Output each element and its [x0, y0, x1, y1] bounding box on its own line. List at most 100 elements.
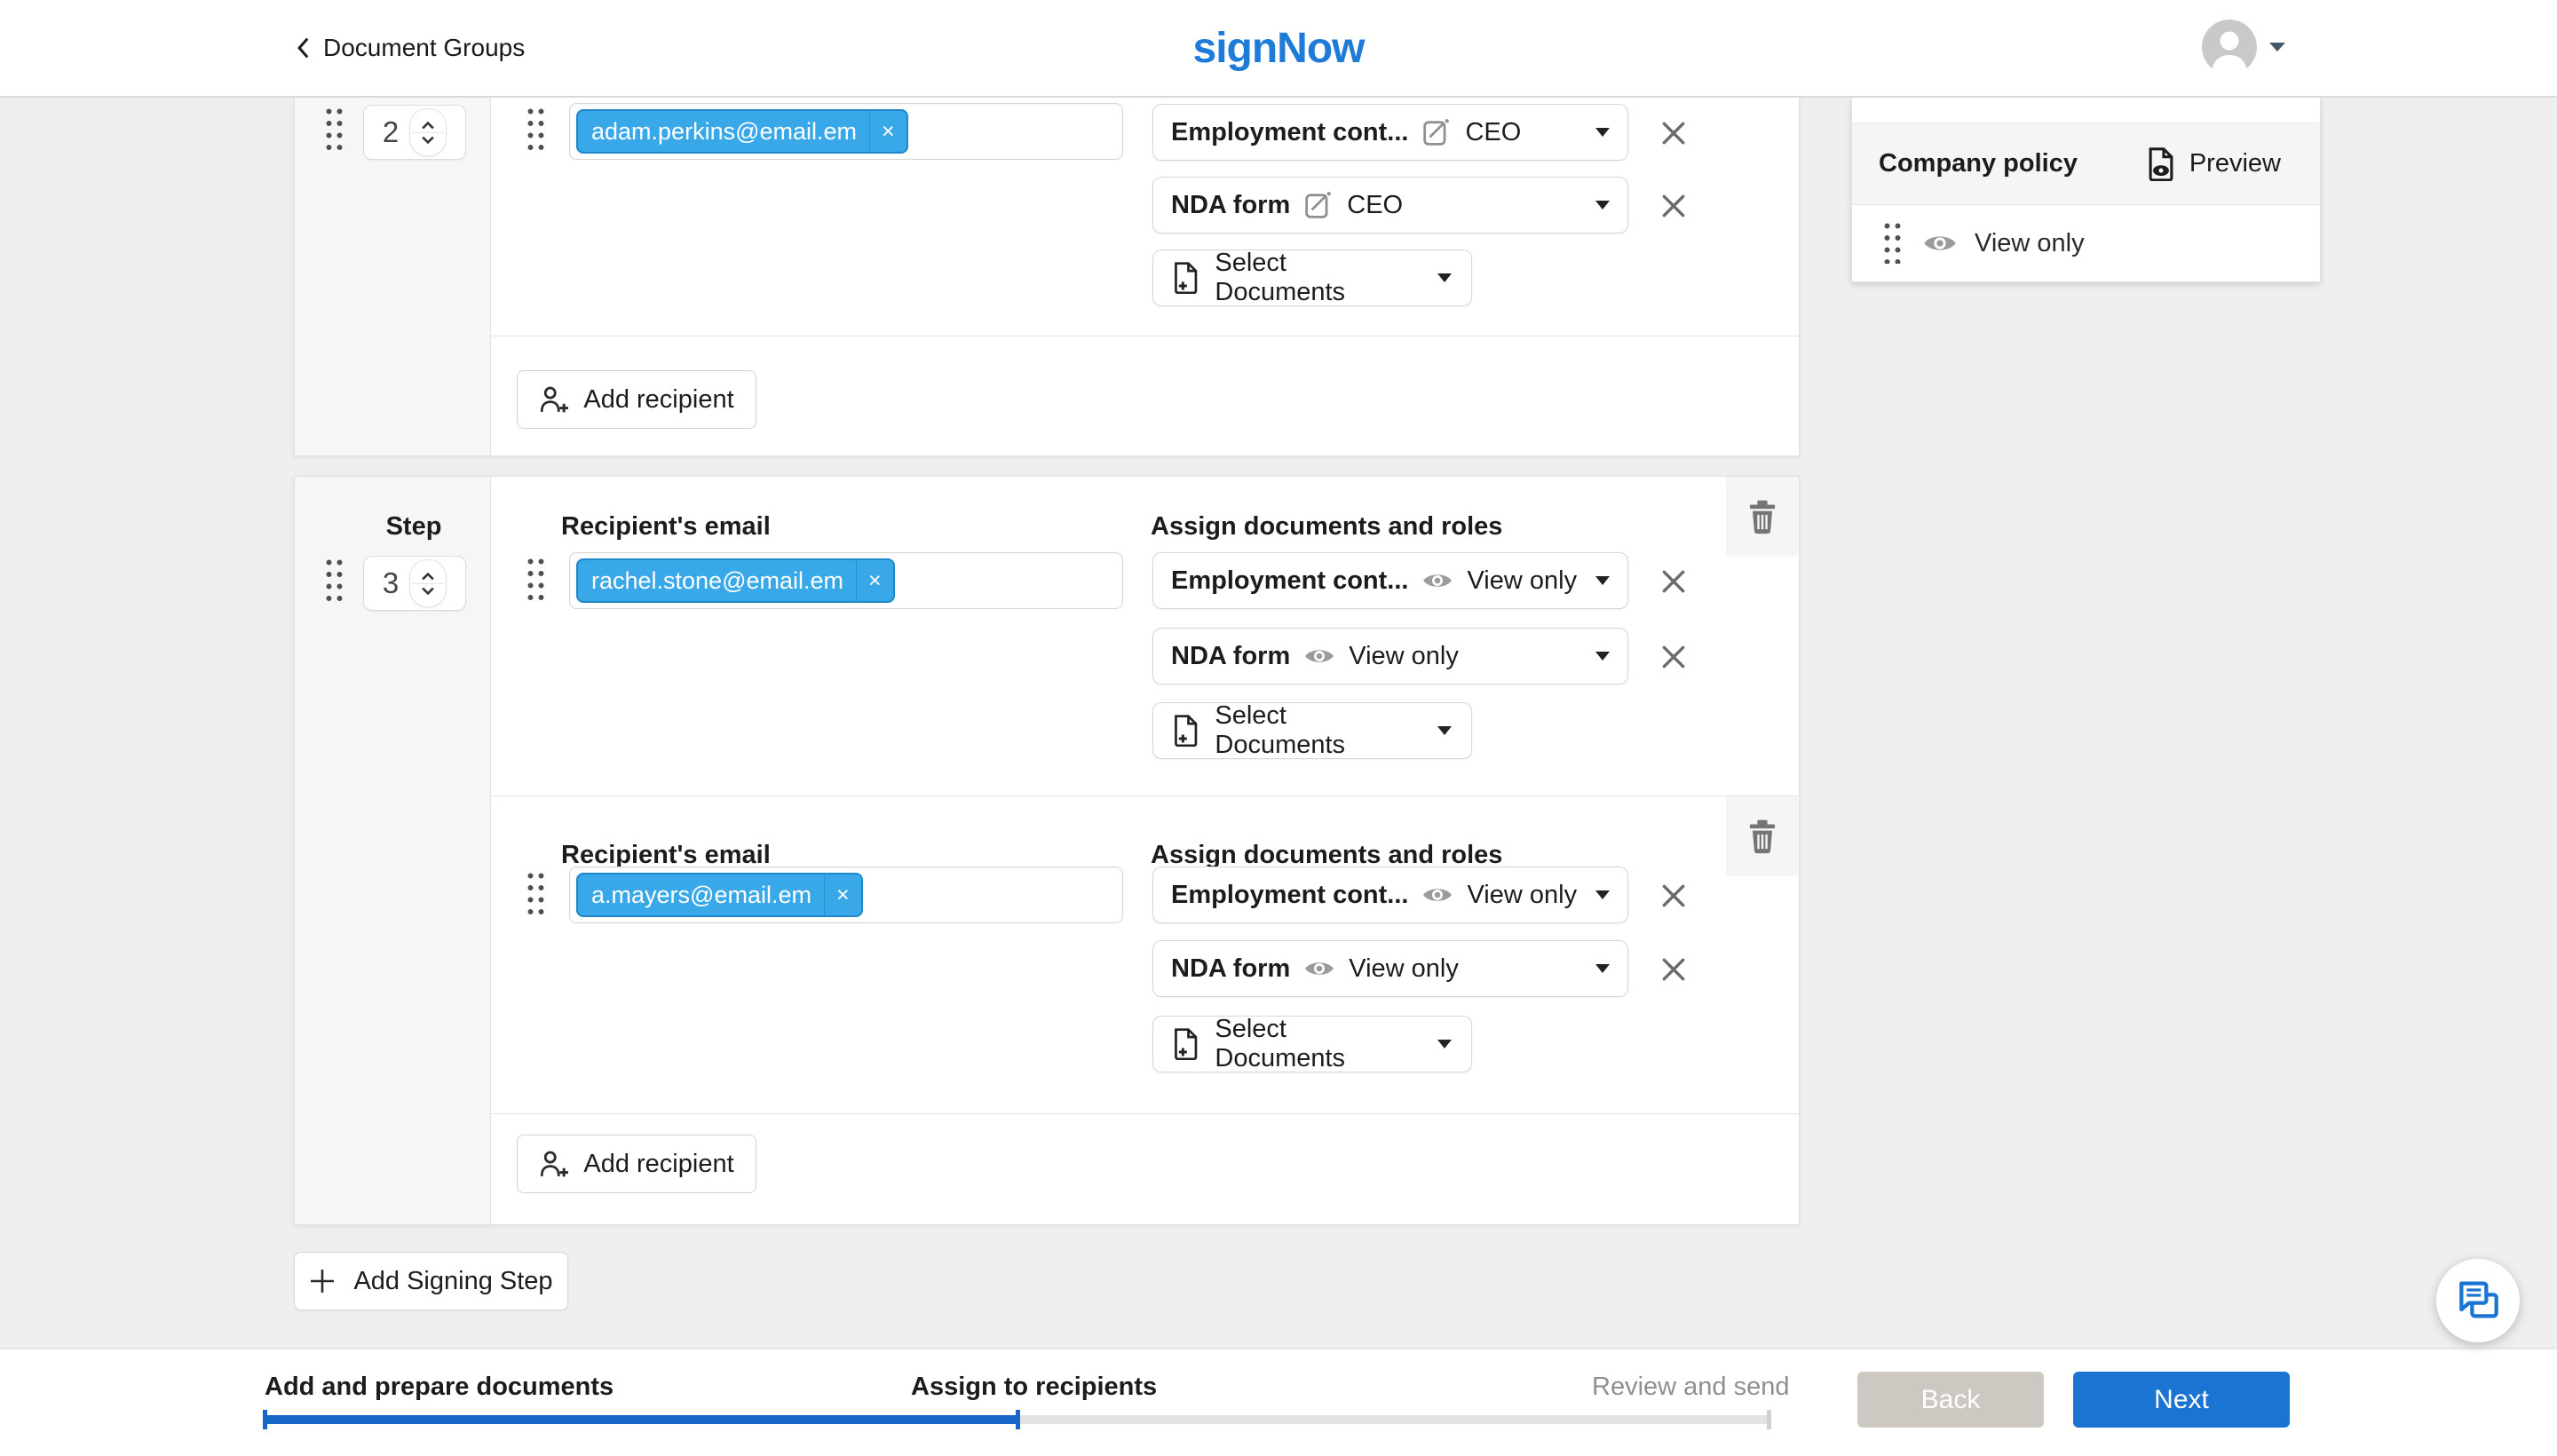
divider [412, 583, 444, 584]
email-tag-text: rachel.stone@email.em [578, 567, 856, 595]
help-chat-button[interactable] [2436, 1259, 2520, 1342]
document-role: View only [1349, 954, 1459, 984]
remove-document-button[interactable] [1658, 566, 1689, 597]
document-name: Employment cont... [1171, 566, 1408, 596]
document-role: View only [1467, 566, 1577, 596]
avatar [2202, 20, 2257, 75]
step-2-number: 2 [383, 115, 399, 149]
add-recipient-label: Add recipient [583, 1150, 733, 1179]
recipient-email-input[interactable]: adam.perkins@email.em × [569, 103, 1123, 160]
step-2-number-column: 2 [295, 98, 491, 455]
progress-step-2-label: Assign to recipients [911, 1373, 1157, 1402]
progress-tick [1016, 1410, 1020, 1429]
chevron-down-icon [1595, 890, 1610, 899]
close-icon [1659, 119, 1688, 147]
select-documents-label: Select Documents [1215, 1015, 1420, 1073]
select-documents-dropdown[interactable]: Select Documents [1152, 249, 1472, 306]
stepper-arrows[interactable] [409, 559, 447, 607]
chat-icon [2457, 1280, 2499, 1321]
divider [490, 795, 1799, 796]
chevron-down-icon [1437, 273, 1452, 282]
eye-icon [1422, 571, 1453, 590]
document-role: CEO [1347, 191, 1403, 220]
chevron-down-icon [1595, 964, 1610, 973]
chevron-down-icon [1595, 128, 1610, 137]
add-recipient-button[interactable]: Add recipient [517, 370, 756, 429]
add-recipient-label: Add recipient [583, 385, 733, 415]
panel-permission-row[interactable]: View only [1852, 205, 2320, 281]
eye-icon [1923, 233, 1957, 254]
document-role-dropdown[interactable]: Employment cont... View only [1152, 866, 1628, 923]
plus-icon [309, 1268, 336, 1294]
progress-step-3-label: Review and send [1592, 1373, 1789, 1402]
app-root: Document Groups signNow 2 [0, 0, 2557, 1456]
document-role: View only [1349, 642, 1459, 671]
panel-header: Company policy Preview [1852, 123, 2320, 205]
add-signing-step-label: Add Signing Step [353, 1267, 552, 1296]
document-group-panel: Company policy Preview View only [1851, 98, 2321, 282]
drag-handle-icon[interactable] [527, 108, 549, 154]
select-documents-label: Select Documents [1215, 701, 1420, 760]
drag-handle-icon[interactable] [527, 558, 549, 605]
delete-recipient-button[interactable] [1726, 477, 1798, 557]
person-add-icon [539, 385, 569, 414]
trash-icon [1747, 819, 1777, 854]
email-tag-text: adam.perkins@email.em [578, 118, 869, 146]
edit-icon [1304, 191, 1333, 219]
progress-bar-fill [265, 1415, 1019, 1424]
close-icon [1659, 567, 1688, 596]
chevron-up-icon [422, 122, 434, 130]
back-to-document-groups-link[interactable]: Document Groups [296, 0, 525, 96]
remove-tag-icon[interactable]: × [856, 560, 893, 601]
chevron-left-icon [296, 36, 310, 59]
recipient-email-input[interactable]: rachel.stone@email.em × [569, 552, 1123, 609]
delete-recipient-button[interactable] [1726, 796, 1798, 876]
add-signing-step-button[interactable]: Add Signing Step [294, 1252, 568, 1310]
stepper-arrows[interactable] [409, 108, 447, 156]
back-button[interactable]: Back [1857, 1372, 2044, 1428]
document-role-dropdown[interactable]: Employment cont... CEO [1152, 104, 1628, 161]
signing-step-2-card: 2 adam.perkins@email.em × Employment con… [294, 98, 1800, 456]
next-button[interactable]: Next [2073, 1372, 2290, 1428]
add-recipient-button[interactable]: Add recipient [517, 1135, 756, 1193]
step-2-order-stepper[interactable]: 2 [363, 105, 466, 160]
email-tag: adam.perkins@email.em × [576, 109, 908, 154]
select-documents-dropdown[interactable]: Select Documents [1152, 702, 1472, 759]
document-role-dropdown[interactable]: NDA form View only [1152, 940, 1628, 997]
divider [412, 132, 444, 133]
progress-tick [263, 1410, 267, 1429]
email-tag: rachel.stone@email.em × [576, 558, 895, 603]
document-role-dropdown[interactable]: Employment cont... View only [1152, 552, 1628, 609]
preview-button[interactable]: Preview [2147, 147, 2281, 181]
remove-tag-icon[interactable]: × [869, 111, 906, 152]
remove-document-button[interactable] [1658, 954, 1689, 985]
remove-document-button[interactable] [1658, 881, 1689, 911]
select-documents-dropdown[interactable]: Select Documents [1152, 1016, 1472, 1072]
chevron-down-icon [2269, 43, 2285, 51]
signing-step-3-card: Step 3 Recipient's email Assign document… [294, 476, 1800, 1225]
chevron-down-icon [422, 587, 434, 595]
document-add-icon [1173, 262, 1199, 294]
document-role-dropdown[interactable]: NDA form CEO [1152, 177, 1628, 233]
eye-icon [1304, 959, 1334, 978]
step-3-number: 3 [383, 566, 399, 600]
drag-handle-icon[interactable] [326, 559, 347, 605]
remove-tag-icon[interactable]: × [824, 874, 861, 915]
document-add-icon [1173, 1028, 1199, 1060]
remove-document-button[interactable] [1658, 191, 1689, 221]
progress-tick [1767, 1410, 1771, 1429]
drag-handle-icon[interactable] [326, 108, 347, 154]
close-icon [1659, 643, 1688, 671]
account-menu[interactable] [2202, 20, 2285, 75]
drag-handle-icon[interactable] [1884, 223, 1905, 264]
document-role-dropdown[interactable]: NDA form View only [1152, 628, 1628, 684]
close-icon [1659, 882, 1688, 910]
wizard-footer: Add and prepare documents Assign to reci… [0, 1349, 2557, 1456]
step-3-number-column: Step 3 [295, 477, 491, 1224]
recipient-email-input[interactable]: a.mayers@email.em × [569, 866, 1123, 923]
remove-document-button[interactable] [1658, 642, 1689, 672]
step-3-order-stepper[interactable]: 3 [363, 556, 466, 611]
edit-icon [1422, 118, 1451, 146]
remove-document-button[interactable] [1658, 118, 1689, 148]
drag-handle-icon[interactable] [527, 873, 549, 919]
